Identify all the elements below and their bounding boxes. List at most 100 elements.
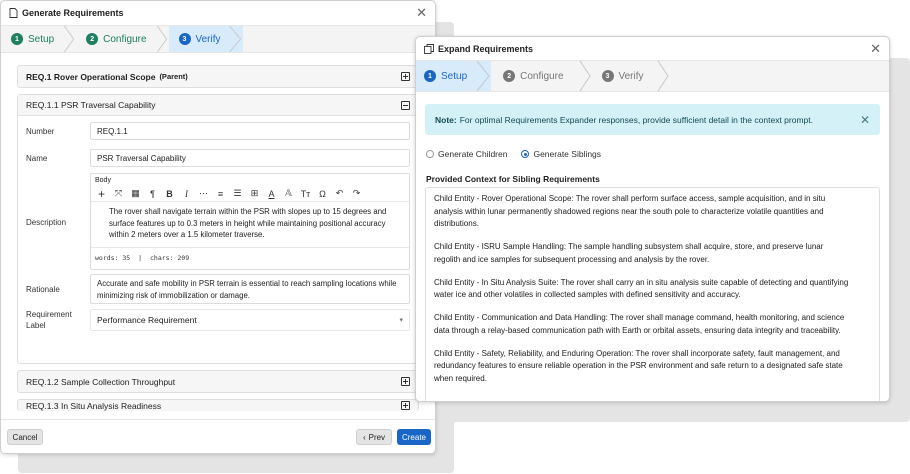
close-icon[interactable]: ✕	[416, 5, 427, 21]
words-count: words: 35	[95, 254, 131, 262]
dialog-titlebar: Generate Requirements ✕	[1, 1, 435, 25]
number-field[interactable]: REQ.1.1	[90, 122, 410, 140]
expand-requirements-dialog: Expand Requirements ✕ 1 Setup 2 Configur…	[415, 36, 890, 402]
chevron-right-icon	[657, 61, 669, 91]
step-label: Configure	[103, 33, 147, 45]
context-textarea[interactable]: Child Entity - Rover Operational Scope: …	[425, 187, 880, 401]
document-icon	[9, 8, 18, 18]
step-label: Setup	[28, 33, 55, 45]
context-line: Child Entity - Safety, Reliability, and …	[434, 348, 840, 358]
step-configure[interactable]: 2 Configure	[491, 61, 591, 91]
description-text[interactable]: The rover shall navigate terrain within …	[91, 202, 409, 248]
chevron-right-icon	[64, 26, 75, 52]
step-number: 2	[86, 33, 99, 45]
rationale-line: minimizing risk of immobilization or dam…	[97, 290, 250, 300]
chevron-right-icon	[579, 61, 591, 91]
collapse-icon[interactable]	[401, 100, 410, 110]
expand-icon[interactable]	[401, 72, 410, 81]
rationale-field[interactable]: Accurate and safe mobility in PSR terrai…	[90, 274, 410, 304]
context-line: when required.	[434, 373, 487, 383]
context-line: Child Entity - Rover Operational Scope: …	[434, 194, 826, 203]
step-verify[interactable]: 3 Verify	[168, 26, 243, 52]
plus-icon[interactable]: +	[93, 187, 110, 201]
name-field[interactable]: PSR Traversal Capability	[90, 149, 410, 167]
rationale-line: Accurate and safe mobility in PSR terrai…	[97, 279, 397, 288]
dialog-footer: Cancel ‹ Prev Create	[1, 419, 435, 453]
step-number: 3	[178, 33, 191, 45]
accordion-title: REQ.1.3 In Situ Analysis Readiness	[26, 400, 162, 411]
context-line: analysis within lunar permanently shadow…	[434, 206, 824, 216]
text-size-icon[interactable]: Tт	[297, 187, 314, 201]
chevron-right-icon	[156, 26, 167, 52]
step-label: Verify	[618, 70, 644, 82]
chevron-left-icon: ‹	[362, 432, 366, 442]
requirement-label-select[interactable]: Performance Requirement ▾	[90, 309, 410, 331]
dialog-title: Generate Requirements	[22, 8, 124, 18]
context-paragraph: Child Entity - Rover Operational Scope: …	[434, 193, 871, 231]
accordion-parent[interactable]: REQ.1 Rover Operational Scope (Parent)	[17, 65, 419, 88]
chars-count: chars: 209	[150, 254, 190, 262]
step-label: Verify	[195, 33, 221, 45]
accordion-title: REQ.1.1 PSR Traversal Capability	[26, 100, 156, 110]
step-number: 2	[503, 70, 516, 82]
context-line: Child Entity - ISRU Sample Handling: The…	[434, 242, 824, 251]
dialog-titlebar: Expand Requirements ✕	[416, 37, 889, 60]
fullscreen-icon[interactable]: ⤧	[110, 187, 127, 201]
radio-label: Generate Children	[438, 149, 508, 159]
dialog-title: Expand Requirements	[438, 43, 534, 54]
context-line: distributions.	[434, 219, 479, 228]
context-title: Provided Context for Sibling Requirement…	[426, 174, 600, 184]
align-icon[interactable]: ≡	[212, 187, 229, 201]
context-paragraph: Child Entity - In Situ Analysis Suite: T…	[434, 277, 871, 302]
table-icon[interactable]: ⊞	[246, 187, 263, 201]
context-line: redundancy features to ensure reliable o…	[434, 361, 843, 370]
expand-icon[interactable]	[401, 377, 410, 386]
font-icon[interactable]: 𝔸	[280, 187, 297, 201]
bold-icon[interactable]: B	[161, 187, 178, 201]
description-line: The rover shall navigate terrain within …	[109, 207, 387, 216]
step-setup[interactable]: 1 Setup	[416, 61, 492, 91]
source-code-icon[interactable]: ▦	[127, 187, 144, 201]
radio-generate-siblings[interactable]: Generate Siblings	[521, 149, 601, 159]
dismiss-note-icon[interactable]: ✕	[860, 113, 870, 127]
chevron-right-icon	[228, 26, 241, 52]
accordion-req-1-3[interactable]: REQ.1.3 In Situ Analysis Readiness	[17, 399, 419, 411]
copy-icon	[424, 43, 434, 54]
radio-indicator	[426, 150, 434, 158]
undo-icon[interactable]: ↶	[331, 187, 348, 201]
cancel-button[interactable]: Cancel	[7, 429, 43, 445]
context-paragraph: Child Entity - Safety, Reliability, and …	[434, 348, 871, 386]
note-label: Note:	[435, 114, 457, 125]
step-setup[interactable]: 1 Setup	[1, 26, 76, 52]
text-color-icon[interactable]: A	[263, 187, 280, 201]
more-icon[interactable]: ⋯	[195, 187, 212, 201]
step-number: 1	[424, 70, 436, 82]
close-icon[interactable]: ✕	[870, 41, 881, 57]
italic-icon[interactable]: I	[178, 187, 195, 201]
radio-indicator	[521, 150, 530, 158]
accordion-req-1-2[interactable]: REQ.1.2 Sample Collection Throughput	[17, 370, 419, 393]
editor-toolbar: + ⤧ ▦ ¶ B I ⋯ ≡ ☰ ⊞ A 𝔸 Tт Ω ↶ ↷	[91, 186, 409, 202]
prev-label: Prev	[368, 432, 386, 442]
radio-generate-children[interactable]: Generate Children	[426, 149, 507, 159]
context-line: data through a relay-based communication…	[434, 325, 841, 335]
description-line: within 2 meters over a 1.5 kilometer tra…	[109, 230, 265, 239]
prev-button[interactable]: ‹ Prev	[356, 429, 392, 445]
description-line: surface features up to 0.3 meters in hei…	[109, 218, 386, 228]
description-label: Description	[26, 218, 67, 227]
step-label: Setup	[441, 70, 468, 82]
note-text: For optimal Requirements Expander respon…	[459, 114, 813, 125]
list-icon[interactable]: ☰	[229, 187, 246, 201]
label-line: Requirement	[26, 310, 72, 319]
body-label: Body	[95, 177, 111, 184]
paragraph-icon[interactable]: ¶	[144, 187, 161, 201]
wizard-stepper: 1 Setup 2 Configure 3 Verify	[1, 25, 435, 53]
expand-icon[interactable]	[401, 401, 410, 410]
create-button[interactable]: Create	[397, 429, 431, 445]
step-number: 3	[601, 70, 614, 82]
redo-icon[interactable]: ↷	[348, 187, 365, 201]
step-configure[interactable]: 2 Configure	[76, 26, 168, 52]
parent-tag: (Parent)	[159, 72, 188, 81]
omega-icon[interactable]: Ω	[314, 187, 331, 201]
step-verify[interactable]: 3 Verify	[592, 61, 670, 91]
